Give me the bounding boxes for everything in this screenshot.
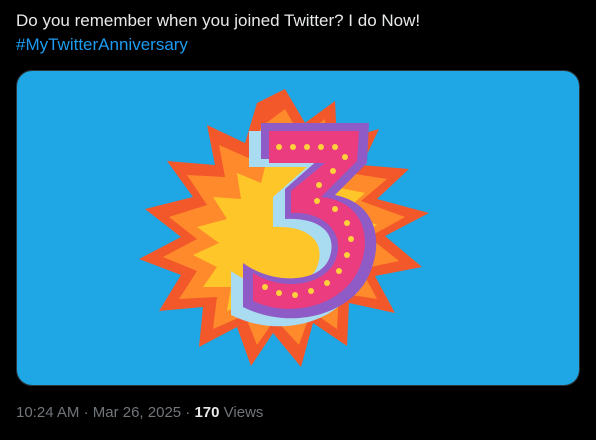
tweet-text: Do you remember when you joined Twitter?… [16,9,586,57]
anniversary-illustration [17,71,579,385]
views-count[interactable]: 170 [194,404,219,421]
meta-separator: · [185,404,191,421]
tweet: Do you remember when you joined Twitter?… [0,0,596,440]
tweet-media-image[interactable] [16,70,580,386]
tweet-date[interactable]: Mar 26, 2025 [93,404,181,421]
views-label: Views [223,404,264,421]
hashtag-link[interactable]: #MyTwitterAnniversary [16,33,188,57]
meta-separator: · [83,404,89,421]
tweet-time[interactable]: 10:24 AM [16,404,79,421]
tweet-body-text: Do you remember when you joined Twitter?… [16,11,421,30]
tweet-meta: 10:24 AM · Mar 26, 2025 · 170 Views [16,403,263,423]
